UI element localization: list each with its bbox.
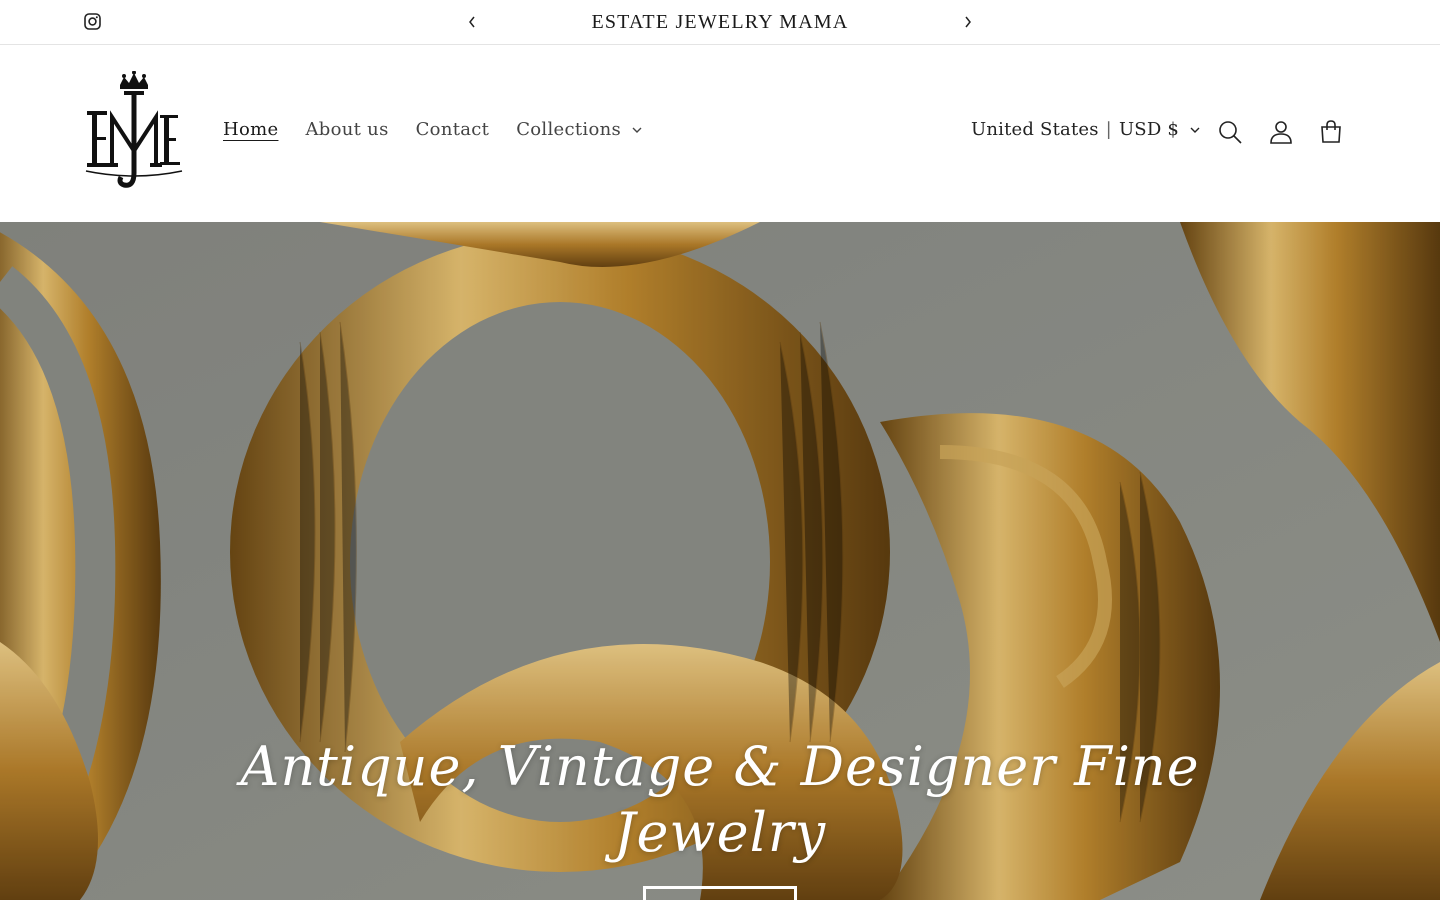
cart-button[interactable]: [1318, 119, 1344, 145]
chevron-down-icon: [632, 127, 642, 133]
chevron-left-icon: [469, 16, 475, 28]
currency-label: USD $: [1118, 119, 1180, 140]
site-header: Home About us Contact Collections United…: [0, 45, 1440, 222]
announcement-bar: ESTATE JEWELRY MAMA: [0, 0, 1440, 45]
country-currency-selector[interactable]: United States | USD $: [971, 119, 1201, 140]
nav-home-label: Home: [223, 119, 279, 140]
nav-about-us[interactable]: About us: [305, 119, 388, 140]
monogram-crown-logo: [85, 70, 183, 188]
nav-contact[interactable]: Contact: [416, 119, 490, 140]
search-icon: [1219, 121, 1242, 144]
hero-banner: Antique, Vintage & Designer Fine Jewelry: [0, 222, 1440, 900]
announcement-next-button[interactable]: [956, 10, 980, 34]
announcement-prev-button[interactable]: [460, 10, 484, 34]
hero-cta-button[interactable]: [643, 886, 797, 900]
hero-heading: Antique, Vintage & Designer Fine Jewelry: [240, 735, 1200, 864]
chevron-down-icon: [1190, 127, 1200, 133]
country-label: United States: [971, 119, 1099, 140]
chevron-right-icon: [965, 16, 971, 28]
account-button[interactable]: [1268, 119, 1294, 145]
announcement-message: ESTATE JEWELRY MAMA: [591, 11, 849, 33]
account-icon: [1270, 121, 1292, 144]
main-nav: Home About us Contact Collections: [223, 119, 670, 140]
search-button[interactable]: [1217, 119, 1243, 145]
nav-collections[interactable]: Collections: [516, 119, 643, 140]
cart-icon: [1321, 120, 1341, 143]
store-logo[interactable]: [84, 70, 184, 195]
instagram-icon[interactable]: [84, 13, 101, 30]
nav-home[interactable]: Home: [223, 119, 278, 140]
nav-about-label: About us: [305, 119, 389, 140]
nav-contact-label: Contact: [415, 119, 490, 140]
nav-collections-label: Collections: [516, 119, 622, 140]
locale-separator: |: [1105, 119, 1112, 140]
